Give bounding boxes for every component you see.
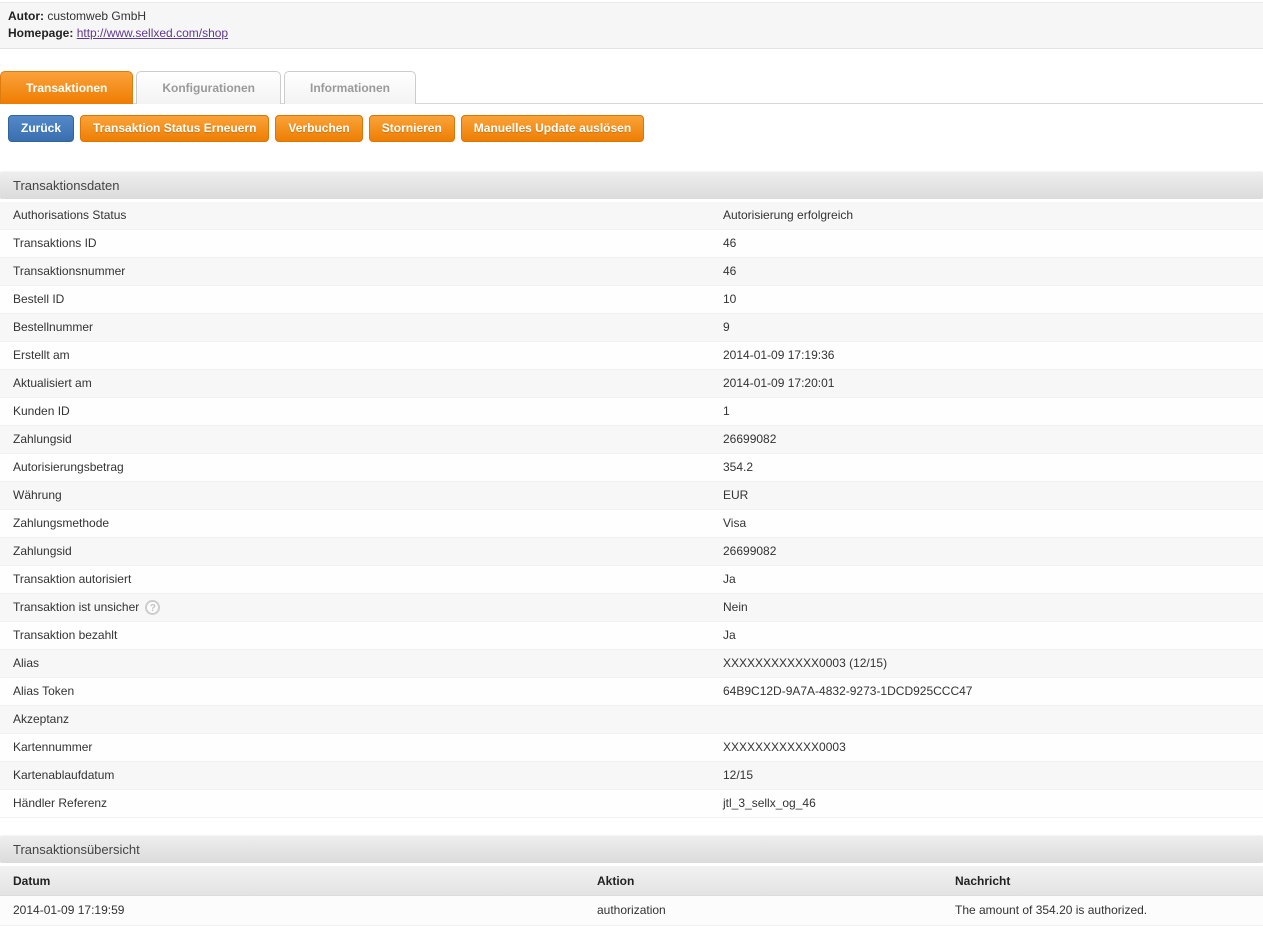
row-value: 46	[723, 230, 1263, 257]
row-label: Autorisierungsbetrag	[0, 454, 723, 481]
overview-table-body: 2014-01-09 17:19:59authorizationThe amou…	[0, 896, 1263, 926]
transaction-data-row: Händler Referenzjtl_3_sellx_og_46	[0, 790, 1263, 818]
author-label: Autor:	[8, 9, 44, 23]
row-value: Ja	[723, 566, 1263, 593]
row-value: 46	[723, 258, 1263, 285]
row-value	[723, 706, 1263, 733]
help-icon[interactable]: ?	[145, 600, 160, 615]
homepage-link[interactable]: http://www.sellxed.com/shop	[77, 26, 228, 40]
transaction-data-row: Transaktion autorisiertJa	[0, 566, 1263, 594]
row-label: Bestell ID	[0, 286, 723, 313]
row-value: 26699082	[723, 426, 1263, 453]
overview-header-row: Datum Aktion Nachricht	[0, 866, 1263, 896]
transaction-data-row: Kunden ID1	[0, 398, 1263, 426]
capture-button[interactable]: Verbuchen	[275, 115, 362, 142]
transaction-data-row: AliasXXXXXXXXXXXX0003 (12/15)	[0, 650, 1263, 678]
row-value: EUR	[723, 482, 1263, 509]
row-label: Aktualisiert am	[0, 370, 723, 397]
transaction-data-row: Transaktions ID46	[0, 230, 1263, 258]
row-label: Zahlungsmethode	[0, 510, 723, 537]
row-value: XXXXXXXXXXXX0003	[723, 734, 1263, 761]
row-value: Nein	[723, 594, 1263, 621]
transaction-data-row: ZahlungsmethodeVisa	[0, 510, 1263, 538]
tab-transaktionen[interactable]: Transaktionen	[0, 71, 133, 104]
transaction-data-row: Akzeptanz	[0, 706, 1263, 734]
tab-konfigurationen[interactable]: Konfigurationen	[136, 71, 281, 104]
row-label: Händler Referenz	[0, 790, 723, 817]
row-value: 2014-01-09 17:20:01	[723, 370, 1263, 397]
row-label: Kartennummer	[0, 734, 723, 761]
row-value: Autorisierung erfolgreich	[723, 202, 1263, 229]
transaction-data-table: Authorisations StatusAutorisierung erfol…	[0, 202, 1263, 818]
transaction-data-row: KartennummerXXXXXXXXXXXX0003	[0, 734, 1263, 762]
row-value: Visa	[723, 510, 1263, 537]
author-value: customweb GmbH	[47, 9, 146, 23]
homepage-label: Homepage:	[8, 26, 73, 40]
overview-col-nachricht: Nachricht	[955, 866, 1263, 895]
row-label: Zahlungsid	[0, 426, 723, 453]
row-label: Transaktion ist unsicher?	[0, 594, 723, 621]
row-label: Kartenablaufdatum	[0, 762, 723, 789]
transaction-data-row: Bestellnummer9	[0, 314, 1263, 342]
row-value: 26699082	[723, 538, 1263, 565]
transaction-data-row: WährungEUR	[0, 482, 1263, 510]
transaction-data-row: Authorisations StatusAutorisierung erfol…	[0, 202, 1263, 230]
overview-cell: 2014-01-09 17:19:59	[0, 896, 597, 925]
plugin-author-line: Autor: customweb GmbH	[8, 8, 1255, 25]
transaction-data-title: Transaktionsdaten	[0, 171, 1263, 199]
transaction-data-row: Alias Token64B9C12D-9A7A-4832-9273-1DCD9…	[0, 678, 1263, 706]
transaction-data-row: Zahlungsid26699082	[0, 426, 1263, 454]
row-label: Währung	[0, 482, 723, 509]
transaction-data-row: Transaktionsnummer46	[0, 258, 1263, 286]
row-value: XXXXXXXXXXXX0003 (12/15)	[723, 650, 1263, 677]
overview-row: 2014-01-09 17:19:59authorizationThe amou…	[0, 896, 1263, 926]
row-label: Transaktions ID	[0, 230, 723, 257]
plugin-homepage-line: Homepage: http://www.sellxed.com/shop	[8, 25, 1255, 42]
action-toolbar: Zurück Transaktion Status Erneuern Verbu…	[0, 104, 1263, 154]
tab-informationen[interactable]: Informationen	[284, 71, 416, 104]
transaction-data-row: Erstellt am2014-01-09 17:19:36	[0, 342, 1263, 370]
row-label: Bestellnummer	[0, 314, 723, 341]
transaction-data-row: Kartenablaufdatum12/15	[0, 762, 1263, 790]
row-value: 64B9C12D-9A7A-4832-9273-1DCD925CCC47	[723, 678, 1263, 705]
transaction-data-row: Bestell ID10	[0, 286, 1263, 314]
row-value: 354.2	[723, 454, 1263, 481]
refresh-status-button[interactable]: Transaktion Status Erneuern	[80, 115, 269, 142]
row-label: Transaktion bezahlt	[0, 622, 723, 649]
row-value: Ja	[723, 622, 1263, 649]
row-value: 12/15	[723, 762, 1263, 789]
transaction-data-row: Autorisierungsbetrag354.2	[0, 454, 1263, 482]
row-label: Kunden ID	[0, 398, 723, 425]
row-value: 1	[723, 398, 1263, 425]
row-value: 2014-01-09 17:19:36	[723, 342, 1263, 369]
row-value: 9	[723, 314, 1263, 341]
overview-col-aktion: Aktion	[597, 866, 955, 895]
overview-cell: authorization	[597, 896, 955, 925]
row-label: Authorisations Status	[0, 202, 723, 229]
row-label: Alias Token	[0, 678, 723, 705]
transaction-overview-title: Transaktionsübersicht	[0, 835, 1263, 863]
tab-bar: Transaktionen Konfigurationen Informatio…	[0, 70, 1263, 104]
row-value: 10	[723, 286, 1263, 313]
row-label: Zahlungsid	[0, 538, 723, 565]
back-button[interactable]: Zurück	[8, 115, 74, 142]
plugin-info-box: Autor: customweb GmbH Homepage: http://w…	[0, 2, 1263, 49]
transaction-data-row: Transaktion ist unsicher?Nein	[0, 594, 1263, 622]
row-label: Transaktionsnummer	[0, 258, 723, 285]
row-label: Erstellt am	[0, 342, 723, 369]
transaction-data-row: Transaktion bezahltJa	[0, 622, 1263, 650]
cancel-transaction-button[interactable]: Stornieren	[369, 115, 455, 142]
row-label: Transaktion autorisiert	[0, 566, 723, 593]
transaction-data-row: Zahlungsid26699082	[0, 538, 1263, 566]
manual-update-button[interactable]: Manuelles Update auslösen	[461, 115, 644, 142]
row-value: jtl_3_sellx_og_46	[723, 790, 1263, 817]
row-label: Akzeptanz	[0, 706, 723, 733]
row-label: Alias	[0, 650, 723, 677]
transaction-data-row: Aktualisiert am2014-01-09 17:20:01	[0, 370, 1263, 398]
overview-cell: The amount of 354.20 is authorized.	[955, 896, 1263, 925]
overview-col-datum: Datum	[0, 866, 597, 895]
